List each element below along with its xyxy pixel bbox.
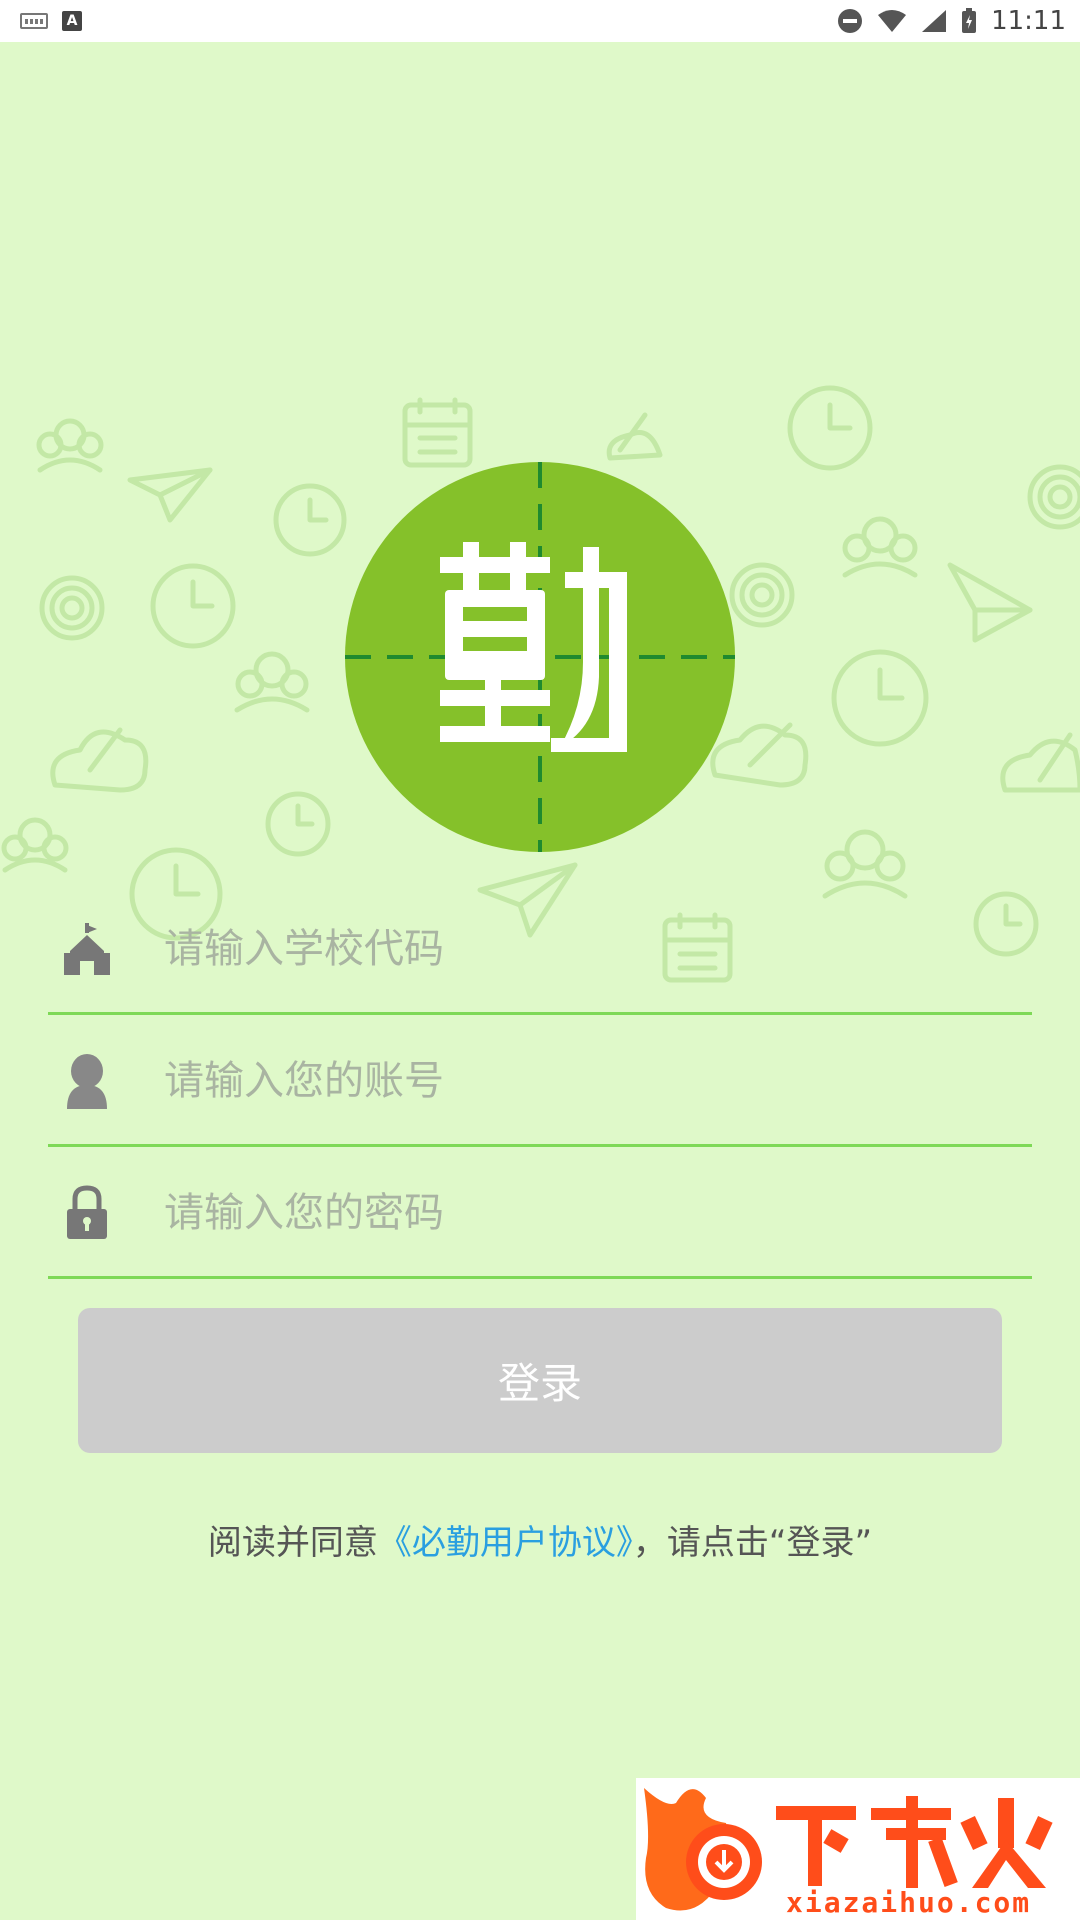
- clock-icon: [787, 385, 873, 471]
- do-not-disturb-icon: [838, 9, 863, 33]
- wifi-icon: [878, 10, 907, 32]
- agreement-suffix: ，请点击“登录”: [632, 1523, 873, 1563]
- clock-icon: [265, 791, 331, 857]
- login-button[interactable]: 登录: [78, 1308, 1002, 1453]
- user-group-icon: [842, 516, 918, 578]
- calendar-icon: [402, 397, 473, 468]
- fingerprint-icon: [39, 575, 105, 641]
- cloud-pencil-icon: [606, 412, 663, 461]
- a-notification-icon: A: [62, 11, 82, 31]
- watermark-logo: xiazaihuo.com: [636, 1778, 1080, 1920]
- battery-icon: [962, 8, 977, 33]
- user-group-icon: [1, 817, 69, 873]
- account-field[interactable]: [48, 1017, 1032, 1147]
- svg-text:xiazaihuo.com: xiazaihuo.com: [786, 1886, 1031, 1919]
- signal-icon: [922, 10, 947, 32]
- school-code-field[interactable]: [48, 885, 1032, 1015]
- fingerprint-icon: [729, 562, 795, 628]
- status-bar: A 11:11: [0, 0, 1080, 42]
- school-code-input[interactable]: [164, 925, 964, 972]
- app-logo: [345, 462, 735, 852]
- clock-icon: [831, 649, 929, 747]
- clock-icon: [273, 483, 347, 557]
- cloud-pencil-icon: [1000, 732, 1080, 793]
- status-time: 11:11: [991, 6, 1066, 36]
- user-group-icon: [36, 418, 104, 473]
- user-agreement-link[interactable]: 《必勤用户协议》: [378, 1523, 633, 1563]
- school-icon: [62, 919, 112, 979]
- cloud-pencil-icon: [50, 727, 149, 793]
- paper-plane-icon: [127, 467, 213, 523]
- agreement-text: 阅读并同意《必勤用户协议》，请点击“登录”: [0, 1515, 1080, 1564]
- user-group-icon: [234, 651, 310, 713]
- fingerprint-icon: [1027, 464, 1080, 530]
- user-icon: [62, 1051, 112, 1111]
- password-input[interactable]: [164, 1189, 964, 1236]
- password-field[interactable]: [48, 1149, 1032, 1279]
- paper-plane-icon: [947, 562, 1033, 643]
- account-input[interactable]: [164, 1057, 964, 1104]
- keyboard-icon: [20, 13, 48, 29]
- clock-icon: [150, 563, 236, 649]
- agreement-prefix: 阅读并同意: [207, 1523, 378, 1563]
- lock-icon: [62, 1183, 112, 1243]
